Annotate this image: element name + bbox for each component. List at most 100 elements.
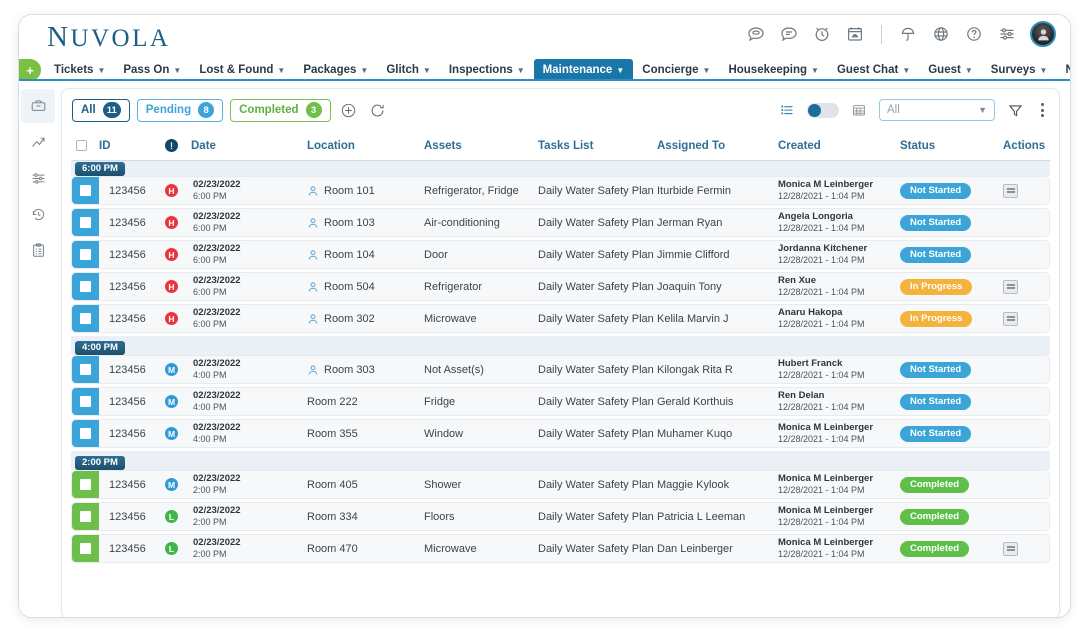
cell-priority: H	[165, 280, 191, 293]
row-action-icon[interactable]	[1003, 311, 1018, 326]
cell-priority: H	[165, 312, 191, 325]
row-checkbox[interactable]	[72, 209, 99, 236]
cell-status: In Progress	[900, 310, 1003, 327]
table-row[interactable]: 123456 H 02/23/2022 6:00 PM Room 101 Refriger…	[71, 176, 1050, 205]
nav-item-housekeeping[interactable]: Housekeeping ▼	[719, 59, 828, 79]
kebab-menu-icon[interactable]	[1035, 103, 1049, 117]
view-toggle[interactable]	[807, 102, 839, 118]
table-row[interactable]: 123456 H 02/23/2022 6:00 PM Room 504 Refriger…	[71, 272, 1050, 301]
nav-item-news-feeder[interactable]: News Feeder▼	[1056, 59, 1070, 79]
list-view-icon[interactable]	[776, 99, 798, 121]
cell-created: Monica M Leinberger 12/28/2021 - 1:04 PM	[778, 178, 900, 201]
col-header-assigned[interactable]: Assigned To	[657, 140, 778, 152]
col-header-assets[interactable]: Assets	[424, 140, 538, 152]
nav-item-guest-chat[interactable]: Guest Chat ▼	[828, 59, 919, 79]
select-all-checkbox[interactable]	[71, 140, 99, 151]
cell-tasks: Daily Water Safety Plan	[538, 510, 654, 523]
nav-item-tickets[interactable]: Tickets ▼	[45, 59, 114, 79]
cell-status: Completed	[900, 476, 1003, 493]
alarm-clock-icon[interactable]	[812, 24, 832, 44]
row-checkbox[interactable]	[72, 356, 99, 383]
table-row[interactable]: 123456 L 02/23/2022 2:00 PM Room 334 Floors Da…	[71, 502, 1050, 531]
filter-select[interactable]: All ▼	[879, 99, 995, 121]
col-header-tasks[interactable]: Tasks List	[538, 140, 657, 152]
time-value: 6:00 PM	[193, 190, 227, 201]
calendar-icon[interactable]	[845, 24, 865, 44]
time-group-header: 6:00 PM	[71, 161, 1050, 176]
nav-item-packages[interactable]: Packages ▼	[294, 59, 377, 79]
nav-item-maintenance[interactable]: Maintenance ▼	[533, 59, 634, 79]
sidebar-item-history[interactable]	[21, 197, 55, 231]
row-checkbox[interactable]	[72, 388, 99, 415]
filter-chip-pending[interactable]: Pending 8	[136, 98, 224, 122]
row-checkbox[interactable]	[72, 503, 99, 530]
nav-item-surveys[interactable]: Surveys ▼	[982, 59, 1057, 79]
row-checkbox[interactable]	[72, 177, 99, 204]
time-value: 6:00 PM	[193, 222, 227, 233]
col-header-id[interactable]: ID	[99, 140, 165, 152]
row-checkbox[interactable]	[72, 241, 99, 268]
refresh-icon[interactable]	[367, 99, 389, 121]
sidebar-item-equalizer[interactable]	[21, 161, 55, 195]
nav-item-label: Tickets	[54, 64, 94, 76]
help-icon[interactable]	[964, 24, 984, 44]
time-value: 4:00 PM	[193, 401, 227, 412]
nav-item-guest[interactable]: Guest ▼	[919, 59, 982, 79]
avatar[interactable]	[1030, 21, 1056, 47]
umbrella-icon[interactable]	[898, 24, 918, 44]
row-checkbox[interactable]	[72, 535, 99, 562]
sidebar-item-tasks[interactable]	[21, 233, 55, 267]
filter-chip-all[interactable]: All 11	[72, 98, 130, 122]
col-header-status[interactable]: Status	[900, 140, 1003, 152]
date-value: 02/23/2022	[193, 389, 241, 401]
settings-sliders-icon[interactable]	[997, 24, 1017, 44]
col-header-created[interactable]: Created	[778, 140, 900, 152]
sidebar-item-inbox[interactable]	[21, 89, 55, 123]
cell-assigned-to: Kelila Marvin J	[657, 312, 729, 325]
status-badge: Not Started	[900, 182, 972, 199]
nav-item-glitch[interactable]: Glitch ▼	[377, 59, 440, 79]
row-action-icon[interactable]	[1003, 279, 1018, 294]
nav-item-pass-on[interactable]: Pass On ▼	[114, 59, 190, 79]
cell-date: 02/23/2022 6:00 PM	[191, 275, 307, 297]
row-checkbox[interactable]	[72, 273, 99, 300]
cell-tasks: Daily Water Safety Plan	[538, 542, 654, 555]
created-at: 12/28/2021 - 1:04 PM	[778, 516, 865, 527]
app-header: NUVOLA	[19, 15, 1070, 59]
created-by: Monica M Leinberger	[778, 178, 874, 190]
time-value: 2:00 PM	[193, 516, 227, 527]
plus-circle-icon[interactable]	[338, 99, 360, 121]
globe-icon[interactable]	[931, 24, 951, 44]
status-badge: Not Started	[900, 214, 972, 231]
funnel-icon[interactable]	[1004, 99, 1026, 121]
nav-add-button[interactable]: +	[19, 59, 41, 79]
nav-item-inspections[interactable]: Inspections ▼	[440, 59, 534, 79]
col-header-location[interactable]: Location	[307, 140, 424, 152]
message-icon[interactable]	[779, 24, 799, 44]
row-action-icon[interactable]	[1003, 541, 1018, 556]
table-row[interactable]: 123456 M 02/23/2022 2:00 PM Room 405 Shower Da…	[71, 470, 1050, 499]
cell-assets: Microwave	[424, 542, 477, 555]
chat-bubble-icon[interactable]	[746, 24, 766, 44]
sidebar-item-analytics[interactable]	[21, 125, 55, 159]
row-checkbox[interactable]	[72, 420, 99, 447]
table-row[interactable]: 123456 M 02/23/2022 4:00 PM Room 303 Not Asse…	[71, 355, 1050, 384]
time-group-label: 6:00 PM	[75, 161, 125, 176]
calendar-grid-icon[interactable]	[848, 99, 870, 121]
row-checkbox[interactable]	[72, 305, 99, 332]
table-row[interactable]: 123456 H 02/23/2022 6:00 PM Room 302 Microwav…	[71, 304, 1050, 333]
filter-chip-completed[interactable]: Completed 3	[230, 98, 331, 122]
nav-item-lost-found[interactable]: Lost & Found ▼	[190, 59, 294, 79]
nav-item-concierge[interactable]: Concierge ▼	[633, 59, 719, 79]
table-row[interactable]: 123456 M 02/23/2022 4:00 PM Room 222 Fridge Da…	[71, 387, 1050, 416]
cell-date: 02/23/2022 2:00 PM	[191, 537, 307, 559]
row-checkbox[interactable]	[72, 471, 99, 498]
table-row[interactable]: 123456 H 02/23/2022 6:00 PM Room 103 Air-cond…	[71, 208, 1050, 237]
cell-id: 123456	[109, 280, 146, 293]
table-row[interactable]: 123456 H 02/23/2022 6:00 PM Room 104 Door Dail…	[71, 240, 1050, 269]
table-row[interactable]: 123456 M 02/23/2022 4:00 PM Room 355 Window Da…	[71, 419, 1050, 448]
cell-location: Room 470	[307, 543, 424, 555]
col-header-date[interactable]: Date	[191, 140, 307, 152]
row-action-icon[interactable]	[1003, 183, 1018, 198]
table-row[interactable]: 123456 L 02/23/2022 2:00 PM Room 470 Microwav…	[71, 534, 1050, 563]
